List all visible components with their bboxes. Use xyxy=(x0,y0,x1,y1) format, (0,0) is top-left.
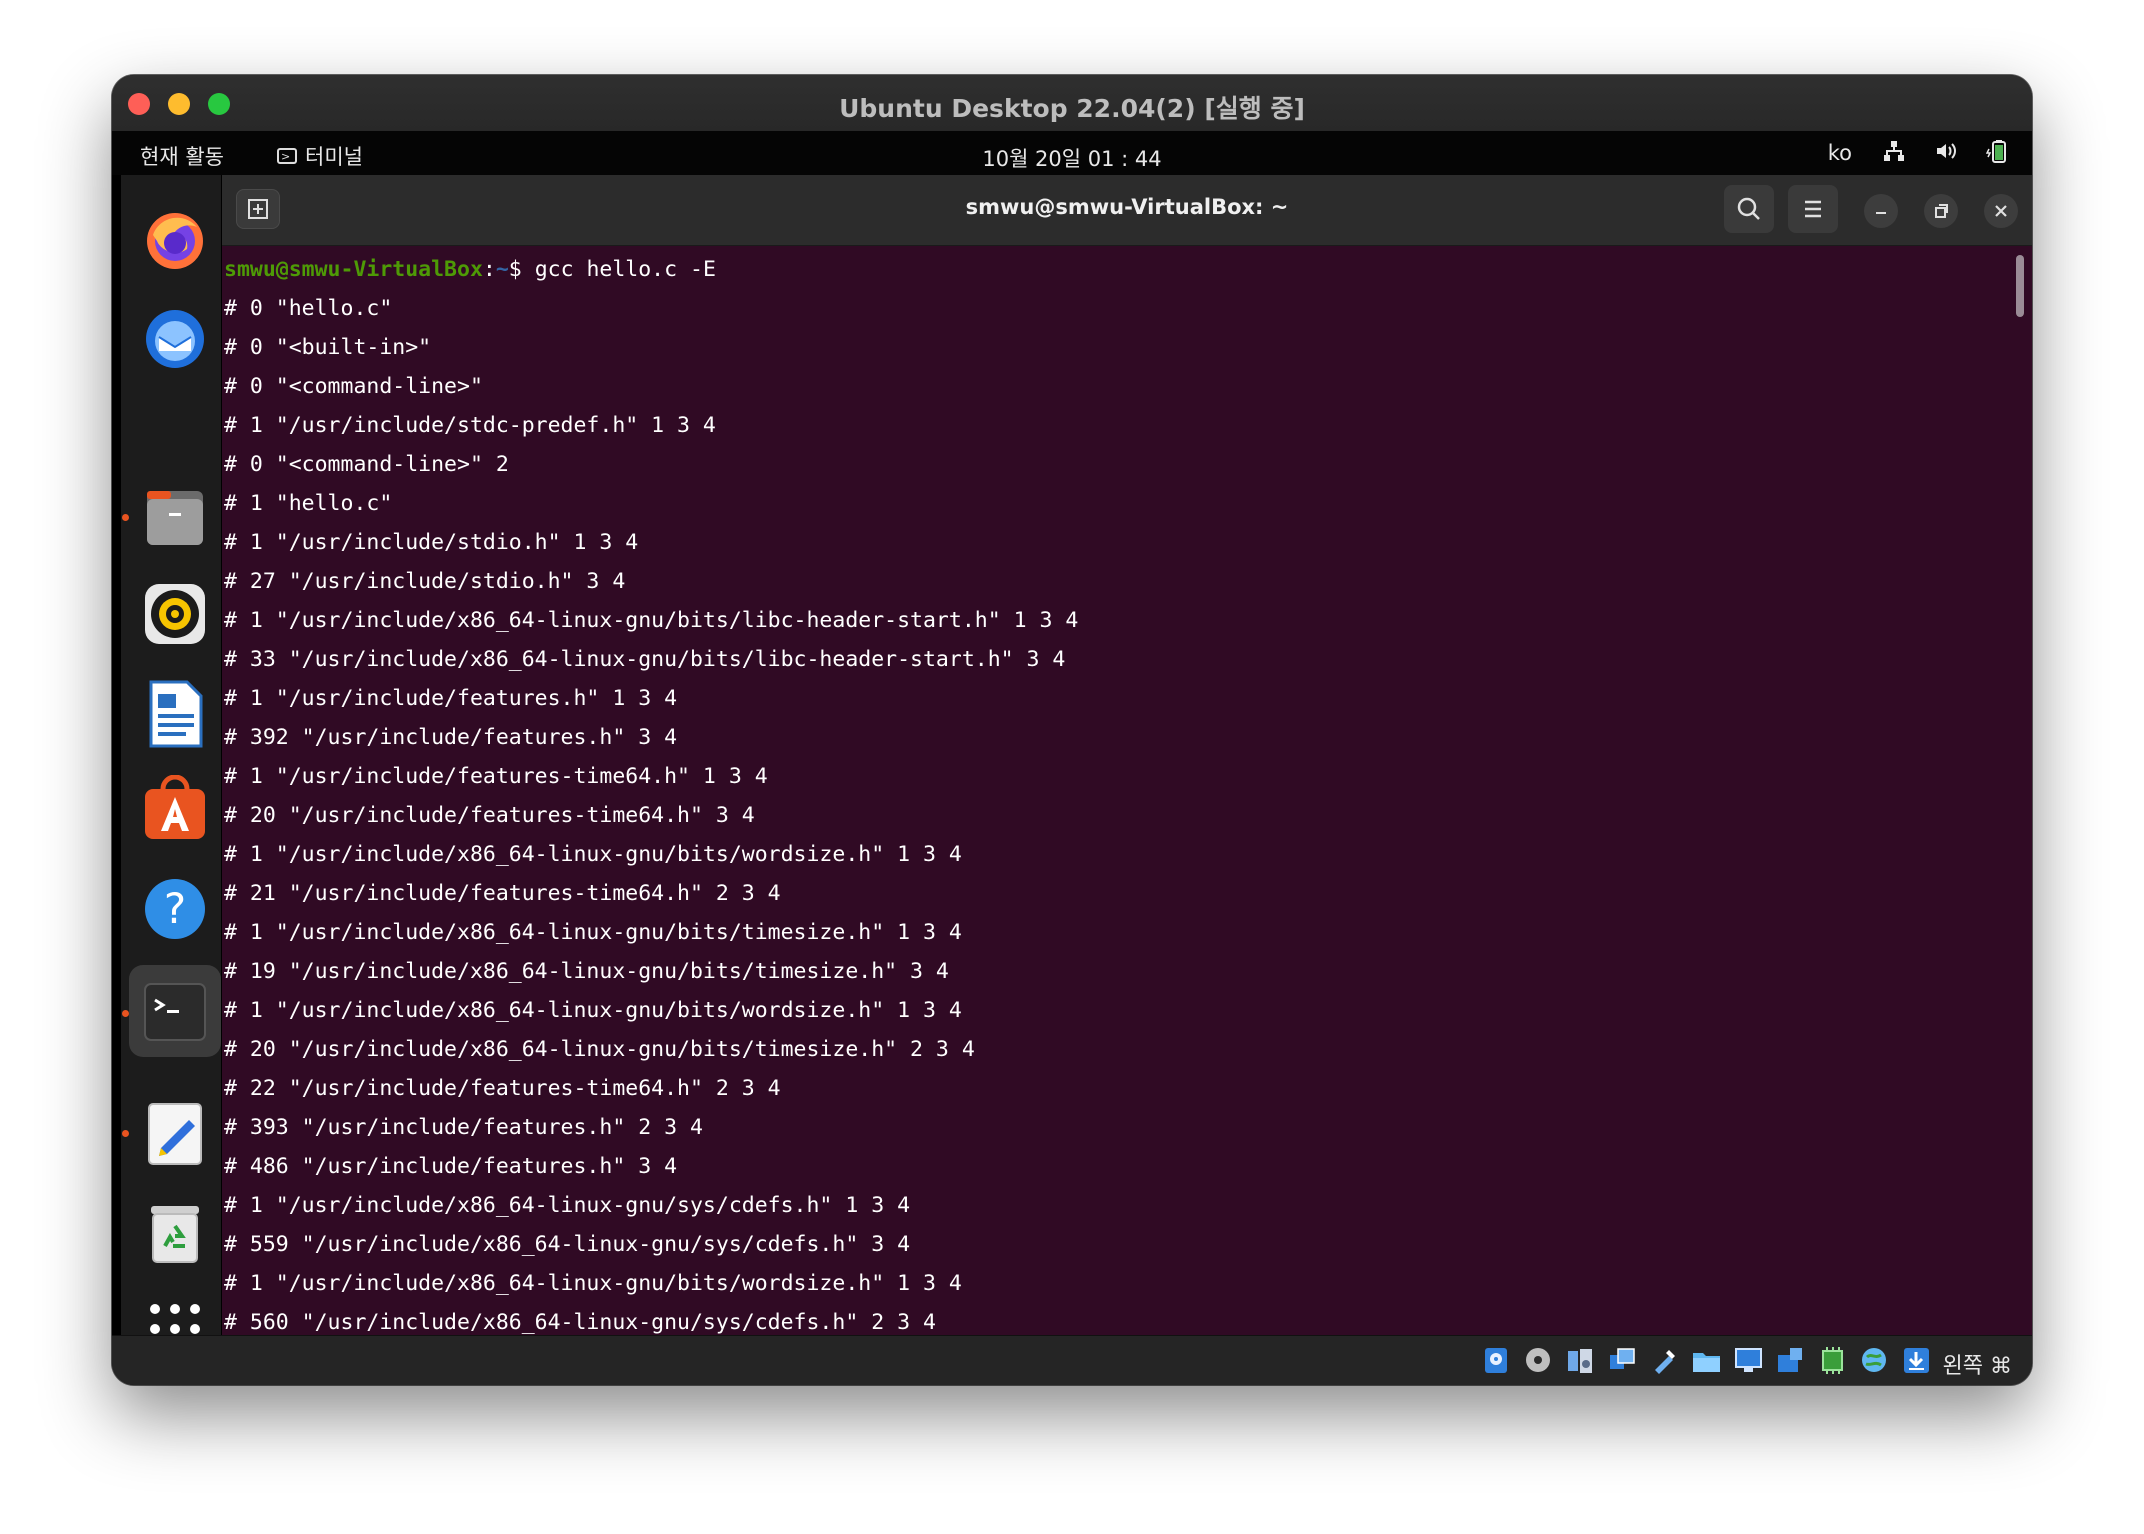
menu-button[interactable] xyxy=(1788,185,1838,233)
mouse-integration-icon[interactable] xyxy=(1859,1345,1890,1376)
output-line: # 0 "<command-line>" xyxy=(224,374,483,399)
thunderbird-icon[interactable] xyxy=(141,303,209,371)
output-line: # 22 "/usr/include/features-time64.h" 2 … xyxy=(224,1076,781,1101)
output-line: # 21 "/usr/include/features-time64.h" 2 … xyxy=(224,881,781,906)
optical-drive-icon[interactable] xyxy=(1523,1345,1554,1376)
output-line: # 560 "/usr/include/x86_64-linux-gnu/sys… xyxy=(224,1310,936,1335)
output-line: # 0 "<command-line>" 2 xyxy=(224,452,509,477)
battery-icon xyxy=(1986,140,2006,163)
virtualbox-status-bar: 왼쪽 ⌘ xyxy=(112,1335,2032,1385)
output-line: # 1 "/usr/include/x86_64-linux-gnu/bits/… xyxy=(224,1271,962,1296)
audio-icon[interactable] xyxy=(1565,1345,1596,1376)
input-language-indicator[interactable]: ko xyxy=(1828,141,1852,165)
output-line: # 393 "/usr/include/features.h" 2 3 4 xyxy=(224,1115,703,1140)
prompt-user-host: smwu@smwu-VirtualBox xyxy=(224,257,483,282)
close-icon xyxy=(1995,205,2007,217)
output-line: # 1 "/usr/include/x86_64-linux-gnu/bits/… xyxy=(224,998,962,1023)
firefox-icon[interactable] xyxy=(141,205,209,273)
device-status-icons xyxy=(1481,1345,1932,1376)
close-button[interactable] xyxy=(1984,194,2018,228)
output-line: # 1 "/usr/include/stdio.h" 1 3 4 xyxy=(224,530,639,555)
mac-titlebar[interactable]: Ubuntu Desktop 22.04(2) [실행 중] xyxy=(112,75,2032,132)
output-line: # 33 "/usr/include/x86_64-linux-gnu/bits… xyxy=(224,647,1066,672)
app-center-icon[interactable] xyxy=(141,775,209,843)
running-indicator xyxy=(122,1130,129,1137)
minimize-button[interactable] xyxy=(1864,194,1898,228)
terminal-window: smwu@smwu-VirtualBox: ~ smwu@smwu-Virtua… xyxy=(222,175,2032,1335)
output-line: # 27 "/usr/include/stdio.h" 3 4 xyxy=(224,569,626,594)
shared-folders-icon[interactable] xyxy=(1691,1345,1722,1376)
ubuntu-dock: ? xyxy=(121,175,221,1354)
scrollbar[interactable] xyxy=(2016,255,2024,317)
terminal-icon[interactable] xyxy=(141,978,209,1046)
running-indicator xyxy=(122,514,129,521)
trash-icon[interactable] xyxy=(141,1200,209,1268)
keyboard-capture-icon[interactable] xyxy=(1901,1345,1932,1376)
help-icon[interactable]: ? xyxy=(141,875,209,943)
usb-icon[interactable] xyxy=(1649,1345,1680,1376)
hard-disk-icon[interactable] xyxy=(1481,1345,1512,1376)
prompt-symbol: $ xyxy=(508,257,535,282)
host-key-indicator[interactable]: 왼쪽 ⌘ xyxy=(1943,1348,2012,1380)
recording-icon[interactable] xyxy=(1775,1345,1806,1376)
restore-button[interactable] xyxy=(1924,194,1958,228)
search-button[interactable] xyxy=(1724,185,1774,233)
output-line: # 0 "<built-in>" xyxy=(224,335,432,360)
output-line: # 1 "/usr/include/x86_64-linux-gnu/bits/… xyxy=(224,920,962,945)
hamburger-menu-icon xyxy=(1805,200,1821,218)
output-line: # 20 "/usr/include/x86_64-linux-gnu/bits… xyxy=(224,1037,975,1062)
output-line: # 19 "/usr/include/x86_64-linux-gnu/bits… xyxy=(224,959,949,984)
network-adapter-icon[interactable] xyxy=(1607,1345,1638,1376)
output-line: # 1 "/usr/include/x86_64-linux-gnu/bits/… xyxy=(224,842,962,867)
output-line: # 20 "/usr/include/features-time64.h" 3 … xyxy=(224,803,755,828)
rhythmbox-icon[interactable] xyxy=(141,580,209,648)
terminal-headerbar[interactable]: smwu@smwu-VirtualBox: ~ xyxy=(222,175,2032,246)
files-icon[interactable] xyxy=(141,483,209,551)
output-line: # 1 "/usr/include/x86_64-linux-gnu/sys/c… xyxy=(224,1193,911,1218)
display-icon[interactable] xyxy=(1733,1345,1764,1376)
output-line: # 1 "/usr/include/stdc-predef.h" 1 3 4 xyxy=(224,413,716,438)
output-line: # 1 "hello.c" xyxy=(224,491,393,516)
output-line: # 486 "/usr/include/features.h" 3 4 xyxy=(224,1154,678,1179)
output-line: # 0 "hello.c" xyxy=(224,296,393,321)
output-line: # 1 "/usr/include/features.h" 1 3 4 xyxy=(224,686,678,711)
ubuntu-top-bar: 현재 활동 >_ 터미널 10월 20일 01 : 44 ko xyxy=(112,131,2032,175)
svg-text:?: ? xyxy=(164,884,186,933)
search-icon xyxy=(1737,197,1760,220)
system-tray[interactable] xyxy=(1882,139,2010,163)
running-indicator xyxy=(122,1010,129,1017)
output-line: # 392 "/usr/include/features.h" 3 4 xyxy=(224,725,678,750)
minimize-icon xyxy=(1876,212,1886,214)
volume-icon xyxy=(1937,143,1956,159)
output-line: # 1 "/usr/include/features-time64.h" 1 3… xyxy=(224,764,768,789)
prompt-path: ~ xyxy=(495,257,509,282)
libreoffice-writer-icon[interactable] xyxy=(141,680,209,748)
output-line: # 1 "/usr/include/x86_64-linux-gnu/bits/… xyxy=(224,608,1079,633)
restore-icon xyxy=(1935,204,1948,218)
clock[interactable]: 10월 20일 01 : 44 xyxy=(112,143,2032,173)
text-editor-icon[interactable] xyxy=(141,1100,209,1168)
prompt-line: smwu@smwu-VirtualBox:~$ gcc hello.c -E xyxy=(224,250,716,289)
cpu-icon[interactable] xyxy=(1817,1345,1848,1376)
terminal-output[interactable]: smwu@smwu-VirtualBox:~$ gcc hello.c -E #… xyxy=(222,247,2012,1335)
network-icon xyxy=(1884,141,1904,161)
window-title: Ubuntu Desktop 22.04(2) [실행 중] xyxy=(839,94,1305,123)
command-text: gcc hello.c -E xyxy=(534,257,716,282)
virtualbox-window: Ubuntu Desktop 22.04(2) [실행 중] 현재 활동 >_ … xyxy=(112,75,2032,1385)
prompt-colon: : xyxy=(482,257,496,282)
output-line: # 559 "/usr/include/x86_64-linux-gnu/sys… xyxy=(224,1232,911,1257)
